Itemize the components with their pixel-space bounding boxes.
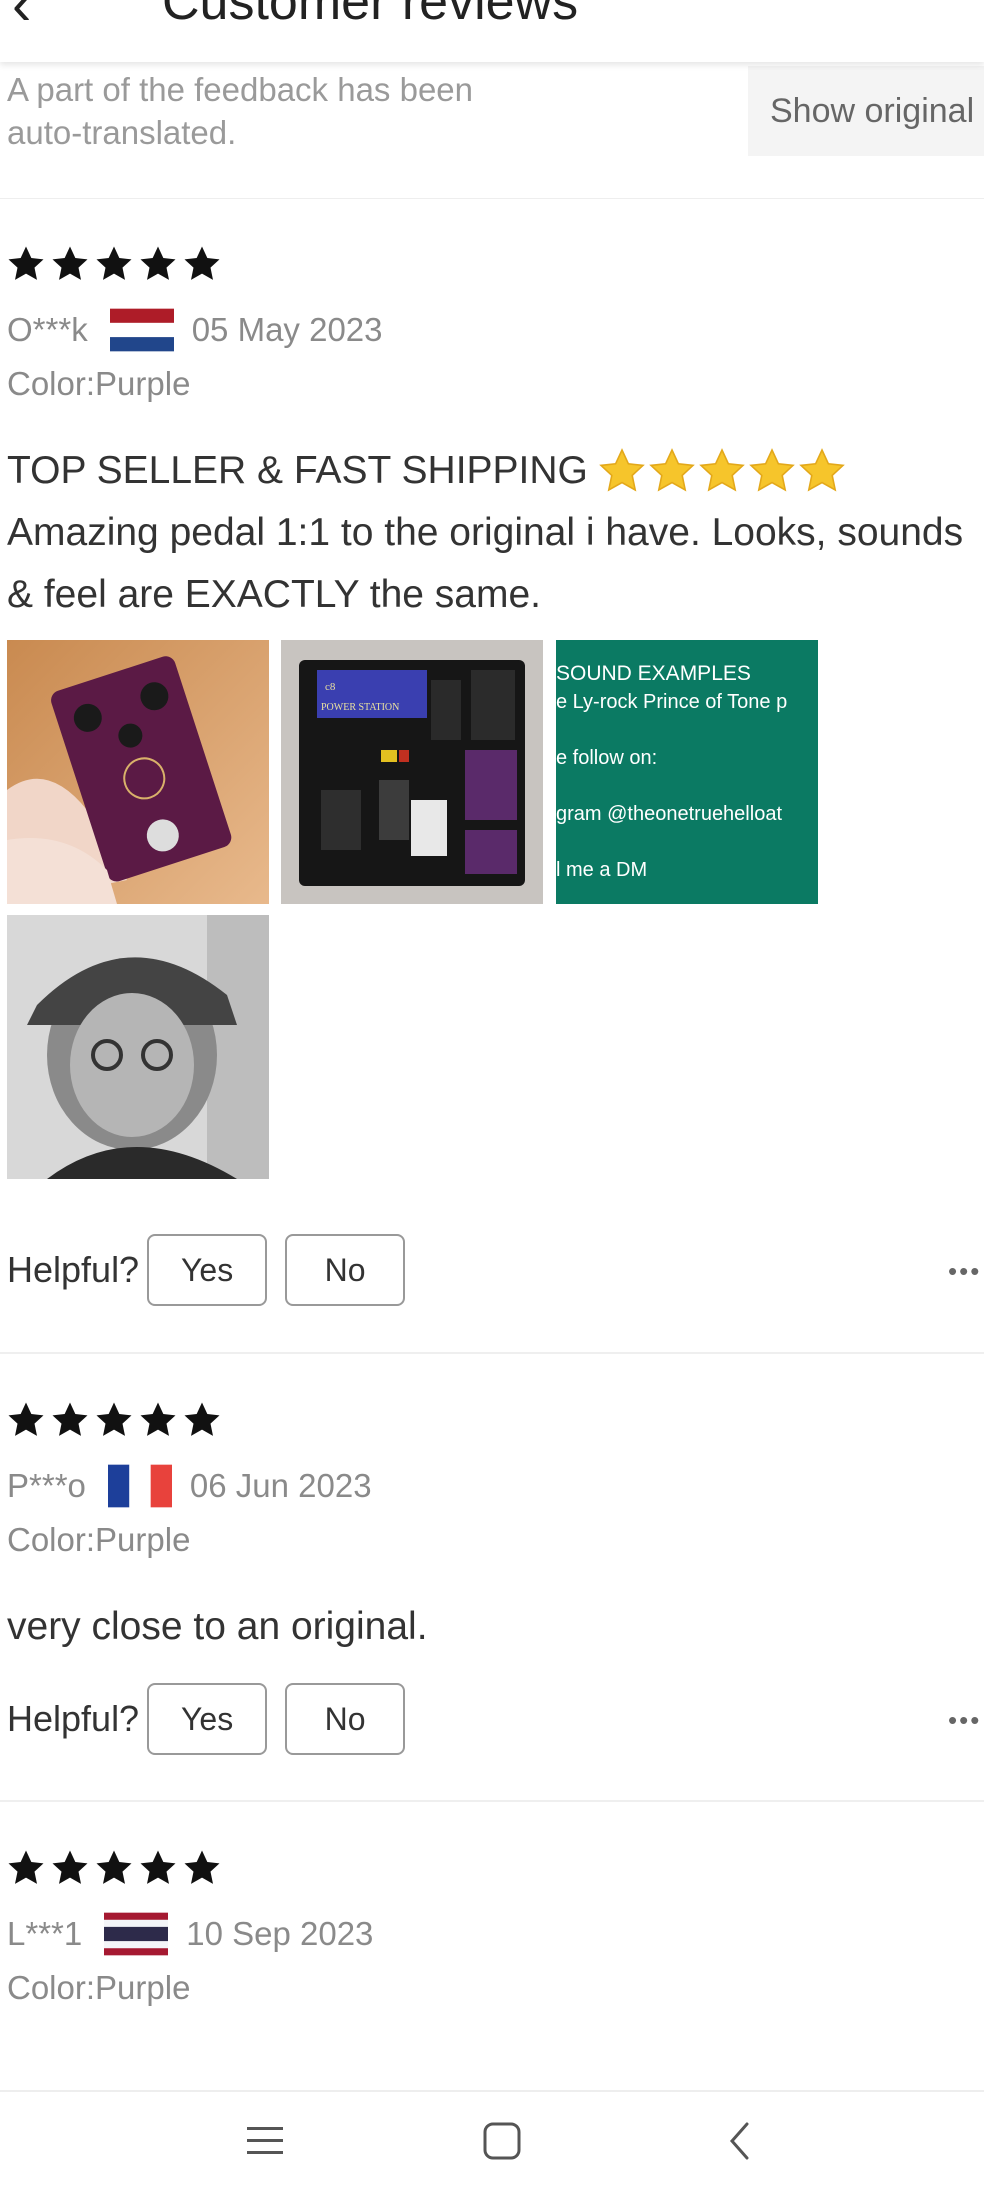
reviewer-name: P***o	[7, 1467, 86, 1504]
reviewer-portrait-photo	[7, 915, 269, 1179]
review-meta: P***o 06 Jun 2023	[7, 1462, 372, 1510]
page-title: Customer reviews	[162, 0, 579, 31]
gold-star-icon	[749, 448, 795, 492]
star-icon	[184, 1850, 220, 1884]
back-chevron-icon	[729, 2122, 749, 2159]
sound-examples-screenshot: SOUND EXAMPLES e Ly-rock Prince of Tone …	[556, 640, 818, 904]
helpful-label: Helpful?	[7, 1249, 140, 1290]
show-original-button[interactable]: Show original	[748, 66, 984, 156]
review-title: TOP SELLER & FAST SHIPPING	[7, 449, 588, 492]
review-date: 06 Jun 2023	[189, 1467, 372, 1504]
rating-stars	[6, 244, 222, 284]
emoji-stars	[598, 447, 846, 495]
star-icon	[96, 246, 132, 280]
pedalboard-photo: c8 POWER STATION	[281, 640, 543, 904]
back-arrow-icon[interactable]: ‹	[12, 0, 31, 34]
review-text: very close to an original.	[7, 1605, 428, 1648]
menu-button[interactable]	[200, 2092, 330, 2189]
reviewer-name: O***k	[7, 311, 88, 348]
helpful-no-button[interactable]: No	[285, 1683, 406, 1755]
sound-examples-line: e follow on:	[556, 747, 657, 769]
system-navigation-bar	[0, 2090, 984, 2189]
divider	[0, 1800, 984, 1802]
review-date: 05 May 2023	[191, 311, 383, 348]
review-text: Amazing pedal 1:1 to the original i have…	[7, 511, 964, 616]
review-meta: L***1 10 Sep 2023	[7, 1910, 373, 1958]
review-photo-portrait[interactable]	[7, 915, 269, 1179]
review-photo-sound-examples[interactable]: SOUND EXAMPLES e Ly-rock Prince of Tone …	[556, 640, 818, 904]
variant-color: Color:Purple	[7, 365, 191, 402]
sound-examples-line: gram @theonetruehelloat	[556, 803, 782, 825]
star-icon	[96, 1850, 132, 1884]
netherlands-flag-icon	[109, 308, 174, 352]
home-square-icon	[483, 2122, 521, 2159]
star-icon	[52, 1402, 88, 1436]
rating-stars	[6, 1400, 222, 1440]
star-icon	[52, 1850, 88, 1884]
system-back-button[interactable]	[675, 2092, 805, 2189]
translation-notice: A part of the feedback has been auto-tra…	[0, 62, 984, 199]
star-icon	[184, 1402, 220, 1436]
sound-examples-heading: SOUND EXAMPLES	[556, 662, 751, 685]
more-options-icon[interactable]: •••	[948, 1705, 984, 1736]
france-flag-icon	[107, 1464, 172, 1508]
rating-stars	[6, 1848, 222, 1888]
home-button[interactable]	[437, 2092, 567, 2189]
menu-icon	[247, 2126, 283, 2154]
gold-star-icon	[699, 448, 745, 492]
pedalboard-caption: POWER STATION	[321, 702, 399, 713]
translation-notice-text: A part of the feedback has been auto-tra…	[7, 71, 474, 151]
svg-text:c8: c8	[325, 681, 336, 693]
star-icon	[140, 1402, 176, 1436]
variant-color: Color:Purple	[7, 1521, 191, 1558]
thailand-flag-icon	[104, 1912, 169, 1956]
star-icon	[8, 246, 44, 280]
gold-star-icon	[649, 448, 695, 492]
sound-examples-line: e Ly-rock Prince of Tone p	[556, 691, 787, 713]
gold-star-icon	[599, 448, 645, 492]
helpful-yes-button[interactable]: Yes	[147, 1683, 268, 1755]
star-icon	[140, 246, 176, 280]
sound-examples-line: l me a DM	[556, 859, 647, 881]
review-meta: O***k 05 May 2023	[7, 306, 383, 354]
header-bar: ‹ Customer reviews	[0, 0, 984, 62]
star-icon	[8, 1402, 44, 1436]
review-content: TOP SELLER & FAST SHIPPING Amazing pedal…	[7, 440, 982, 626]
divider	[0, 1352, 984, 1354]
review-date: 10 Sep 2023	[186, 1915, 374, 1952]
helpful-label: Helpful?	[7, 1698, 140, 1739]
star-icon	[8, 1850, 44, 1884]
star-icon	[96, 1402, 132, 1436]
gold-star-icon	[799, 448, 845, 492]
helpful-yes-button[interactable]: Yes	[147, 1234, 268, 1306]
reviewer-name: L***1	[7, 1915, 83, 1952]
variant-color: Color:Purple	[7, 1969, 191, 2006]
star-icon	[184, 246, 220, 280]
review-photo-pedal[interactable]	[7, 640, 269, 904]
review-title-line: TOP SELLER & FAST SHIPPING	[7, 440, 982, 502]
helpful-row: Helpful? Yes No	[7, 1234, 406, 1306]
star-icon	[140, 1850, 176, 1884]
purple-pedal-in-hand-photo	[7, 640, 269, 904]
star-icon	[52, 246, 88, 280]
helpful-row: Helpful? Yes No	[7, 1683, 406, 1755]
review-photo-pedalboard[interactable]: c8 POWER STATION	[281, 640, 543, 904]
more-options-icon[interactable]: •••	[948, 1256, 984, 1287]
helpful-no-button[interactable]: No	[285, 1234, 406, 1306]
